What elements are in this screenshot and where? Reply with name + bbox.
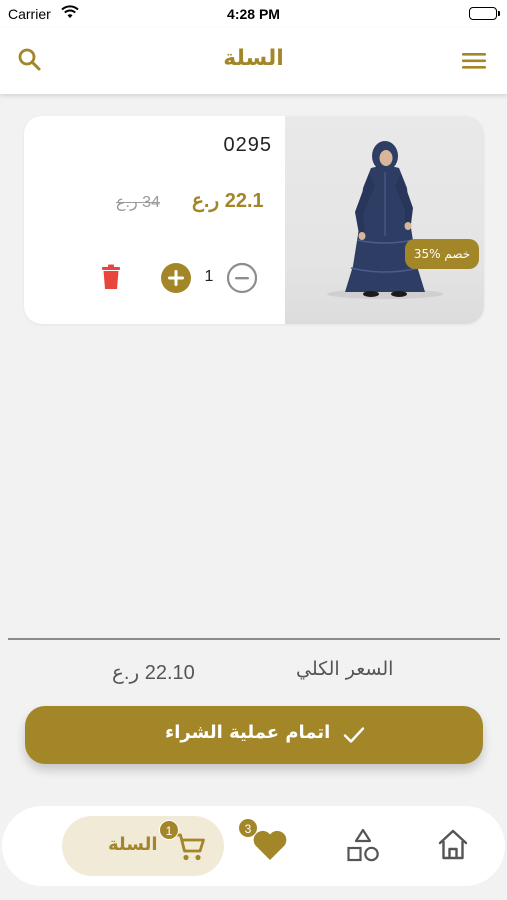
delete-icon[interactable]	[100, 264, 122, 290]
product-image[interactable]	[285, 116, 484, 324]
heart-icon	[253, 830, 287, 860]
checkmark-icon	[343, 724, 365, 746]
status-bar: Carrier 4:28 PM	[0, 0, 507, 28]
discount-badge: 35% خصم	[405, 239, 479, 269]
product-old-price: 34 ر.ع	[116, 194, 160, 211]
cart-count-badge: 1	[159, 820, 179, 840]
battery-icon	[469, 7, 500, 20]
home-icon	[438, 829, 468, 860]
cart-item-card: 35% خصم 0295 22.1 ر.ع 34 ر.ع 1	[24, 116, 484, 324]
nav-cart-label: السلة	[108, 834, 158, 855]
nav-item-home[interactable]	[436, 828, 470, 862]
decrease-quantity-button[interactable]	[226, 262, 258, 294]
bottom-navigation: السلة 1 3	[2, 806, 505, 886]
categories-shapes-icon	[347, 828, 379, 862]
quantity-value: 1	[204, 268, 214, 285]
cart-icon	[174, 832, 206, 862]
product-name: 0295	[223, 134, 272, 156]
page-title: السلة	[223, 46, 284, 71]
app-header: السلة	[0, 28, 507, 94]
checkout-button[interactable]: اتمام عملية الشراء	[25, 706, 483, 764]
plus-icon	[161, 263, 191, 293]
total-price-label: السعر الكلي	[296, 658, 394, 680]
product-price: 22.1 ر.ع	[192, 190, 264, 212]
nav-item-categories[interactable]	[346, 828, 380, 864]
total-price-value: 22.10 ر.ع	[112, 662, 195, 684]
nav-item-cart[interactable]: السلة 1	[62, 816, 224, 876]
status-time: 4:28 PM	[227, 6, 280, 22]
hamburger-menu-icon[interactable]	[461, 48, 487, 74]
minus-icon	[226, 262, 258, 294]
checkout-button-label: اتمام عملية الشراء	[165, 722, 331, 743]
nav-item-favorites[interactable]: 3	[238, 818, 288, 864]
increase-quantity-button[interactable]	[160, 262, 192, 294]
favorites-count-badge: 3	[238, 818, 258, 838]
summary-divider	[8, 638, 500, 640]
